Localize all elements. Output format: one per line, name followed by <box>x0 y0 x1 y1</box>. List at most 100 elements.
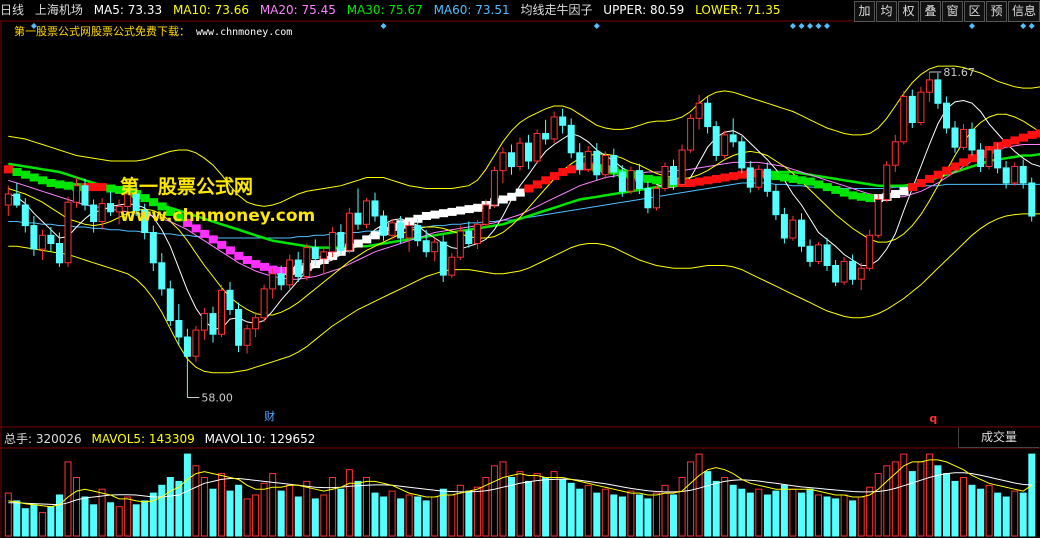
candle-body <box>320 251 328 260</box>
factor-segment <box>1010 136 1020 145</box>
candle-body <box>661 166 669 189</box>
candle-body <box>516 142 524 168</box>
candle-body <box>559 116 567 126</box>
candle-body <box>806 245 814 262</box>
candle-body <box>13 193 21 206</box>
factor-segment <box>251 260 261 269</box>
factor-segment <box>421 212 431 220</box>
volume-bar <box>644 498 652 537</box>
toolbar-overlay-button[interactable]: 叠 <box>920 1 941 22</box>
candle-body <box>337 232 345 251</box>
mavol10-value: MAVOL10: 129652 <box>204 432 316 446</box>
volume-bar <box>252 494 260 537</box>
factor-segment <box>558 168 568 176</box>
candle-body <box>840 260 848 283</box>
volume-bars[interactable] <box>4 453 1036 537</box>
volume-bar <box>951 480 959 537</box>
factor-segment <box>447 207 457 216</box>
volume-header: 总手: 320026 MAVOL5: 143309 MAVOL10: 12965… <box>4 430 321 447</box>
signal-diamond-icon <box>789 23 796 29</box>
toolbar-preview-button[interactable]: 预 <box>986 1 1007 22</box>
candle-body <box>712 126 720 156</box>
factor-segment <box>831 185 841 194</box>
candle-body <box>243 328 251 346</box>
volume-bar <box>678 477 686 537</box>
candle-body <box>550 116 558 140</box>
factor-segment <box>242 256 252 264</box>
volume-bar <box>1011 490 1019 537</box>
period-label[interactable]: 日线 <box>0 3 24 17</box>
candle-body <box>985 149 993 167</box>
factor-segment <box>908 183 918 192</box>
candle-body <box>397 222 405 239</box>
volume-bar <box>235 484 243 537</box>
candle-body <box>414 225 422 242</box>
volume-bar <box>832 498 840 537</box>
volume-bar <box>772 490 780 537</box>
volume-bar <box>789 488 797 537</box>
factor-segment <box>89 183 99 192</box>
site-url[interactable]: www.chnmoney.com <box>196 27 292 38</box>
volume-bar <box>567 482 575 537</box>
lower-band-line <box>8 213 1040 374</box>
candle-body <box>277 273 285 286</box>
factor-segment <box>925 174 935 183</box>
candle-body <box>883 164 891 201</box>
volume-bar <box>320 494 328 537</box>
factor-segment <box>464 205 474 214</box>
volume-bar <box>13 500 21 537</box>
watermark-title: 第一股票公式网 <box>120 176 254 198</box>
toolbar-info-button[interactable]: 信息 <box>1008 1 1040 22</box>
factor-segment <box>97 183 107 192</box>
volume-bar <box>755 488 763 537</box>
candle-body <box>1028 182 1036 217</box>
factor-segment <box>839 188 849 197</box>
volume-bar <box>397 498 405 537</box>
lower-value: LOWER: 71.35 <box>695 3 781 17</box>
volume-bar <box>533 473 541 537</box>
factor-segment <box>1027 130 1037 139</box>
factor-segment <box>652 176 662 185</box>
factor-segment <box>729 172 739 181</box>
candle-body <box>772 190 780 216</box>
toolbar-window-button[interactable]: 窗 <box>942 1 963 22</box>
factor-segment <box>720 173 730 182</box>
candle-body <box>874 199 882 236</box>
volume-bar <box>337 488 345 537</box>
candle-body <box>226 289 234 310</box>
factor-segment <box>916 179 926 187</box>
factor-segment <box>21 170 31 179</box>
low-price-label: 58.00 <box>201 392 233 405</box>
factor-segment <box>686 179 696 187</box>
toolbar-rights-button[interactable]: 权 <box>898 1 919 22</box>
signal-diamond-icon <box>1020 23 1027 29</box>
volume-bar <box>209 488 217 537</box>
toolbar-range-button[interactable]: 区 <box>964 1 985 22</box>
candlestick-series[interactable] <box>4 72 1036 398</box>
volume-bar <box>610 494 618 537</box>
volume-bar <box>653 492 660 537</box>
candle-body <box>98 203 106 223</box>
toolbar-average-button[interactable]: 均 <box>876 1 897 22</box>
factor-segment <box>959 158 969 167</box>
volume-bar <box>593 492 601 537</box>
volume-bar <box>968 484 976 537</box>
upper-value: UPPER: 80.59 <box>603 3 685 17</box>
toolbar-add-button[interactable]: 加 <box>854 1 875 22</box>
volume-bar <box>132 504 140 537</box>
volume-indicator-button[interactable]: 成交量 <box>958 428 1039 448</box>
volume-bar <box>840 494 848 537</box>
factor-segment <box>524 184 534 193</box>
candle-body <box>1011 166 1019 184</box>
candle-body <box>610 155 618 173</box>
factor-segment <box>797 176 807 185</box>
volume-bar <box>934 465 942 537</box>
volume-bar <box>576 488 584 537</box>
candle-body <box>149 232 157 264</box>
volume-bar <box>584 484 592 537</box>
candle-body <box>849 260 857 280</box>
candle-body <box>576 152 584 170</box>
candle-body <box>90 204 98 222</box>
candle-body <box>303 247 311 278</box>
volume-bar <box>73 477 80 537</box>
